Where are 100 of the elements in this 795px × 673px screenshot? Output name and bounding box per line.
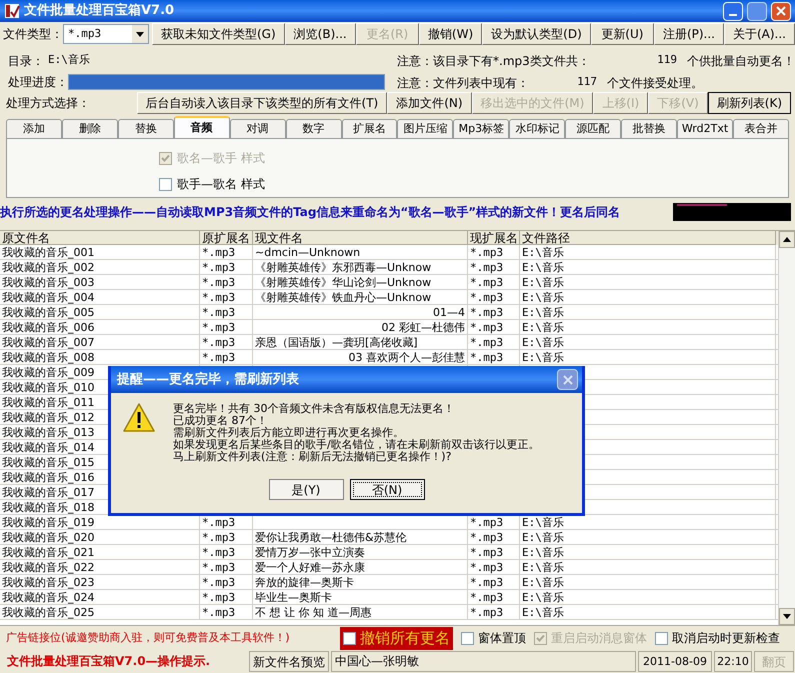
checkbox-label: 取消启动时更新检查: [672, 630, 780, 647]
dialog-button[interactable]: 否(N): [350, 479, 424, 500]
status-date: 2011-08-09: [638, 651, 712, 672]
preview-text: 中国心—张明敏: [331, 651, 636, 672]
table-cell: 我收藏的音乐_004: [2, 290, 94, 304]
dialog-message: 马上刷新文件列表(注意：刷新后无法撤销已更名操作！)?: [173, 451, 452, 463]
table-cell: *.mp3: [470, 575, 504, 589]
table-cell: 我收藏的音乐_006: [2, 320, 94, 334]
tab[interactable]: 音频: [174, 116, 230, 138]
checkbox[interactable]: [343, 632, 356, 644]
column-header[interactable]: 现文件名: [253, 231, 468, 245]
table-cell: 我收藏的音乐_007: [2, 335, 94, 349]
table-cell: *.mp3: [202, 350, 236, 364]
toolbar-button[interactable]: 关于(A)...: [724, 23, 795, 45]
table-cell: E:\音乐: [522, 290, 564, 304]
toolbar-button[interactable]: 撤销(W): [418, 23, 482, 45]
tab[interactable]: 删除: [62, 119, 118, 138]
tab[interactable]: 图片压缩: [397, 119, 454, 138]
table-cell: *.mp3: [470, 245, 504, 259]
table-cell: 我收藏的音乐_020: [2, 530, 94, 544]
table-cell: 我收藏的音乐_010: [2, 380, 94, 394]
status-time: 22:10: [714, 651, 752, 672]
table-cell: E:\音乐: [522, 530, 564, 544]
file-type-dropdown[interactable]: *.mp3: [63, 24, 149, 44]
table-cell-text: 不 想 让 你 知 道—周惠: [255, 605, 372, 619]
table-cell: *.mp3: [470, 305, 504, 319]
checkbox-label: 窗体置顶: [478, 630, 526, 647]
table-cell: 我收藏的音乐_023: [2, 575, 94, 589]
table-cell: E:\音乐: [522, 350, 564, 364]
file-count: 119: [656, 52, 677, 68]
tab[interactable]: 扩展名: [342, 119, 398, 138]
banner-text: 执行所选的更名处理操作——自动读取MP3音频文件的Tag信息来重命名为“歌名—歌手”样式的新文件！更名后同名: [0, 204, 622, 221]
tab[interactable]: 水印标记: [509, 119, 566, 138]
minimize-button[interactable]: [723, 2, 743, 20]
maximize-button[interactable]: [747, 2, 767, 20]
tab[interactable]: 添加: [6, 119, 62, 138]
table-cell-text: 03 喜欢两个人—彭佳慧: [348, 350, 465, 364]
table-cell: *.mp3: [470, 545, 504, 559]
toolbar-button[interactable]: 更新(U): [590, 23, 654, 45]
dialog-button[interactable]: 是(Y): [268, 479, 344, 500]
scrollbar[interactable]: [778, 231, 795, 625]
table-cell-text: 毕业生—奥斯卡: [255, 590, 333, 604]
option-label: 歌手—歌名 样式: [177, 176, 265, 193]
undo-all-toggle[interactable]: 撤销所有更名: [340, 626, 453, 650]
toolbar-button[interactable]: 获取未知文件类型(G): [152, 23, 285, 45]
toolbar-button[interactable]: 刷新列表(K): [708, 92, 791, 114]
directory-label: 目录：: [8, 53, 44, 70]
table-cell: 我收藏的音乐_025: [2, 605, 94, 619]
close-button[interactable]: [557, 369, 578, 390]
tab[interactable]: 数字: [286, 119, 342, 138]
close-icon: [562, 374, 572, 384]
app-icon: [4, 3, 20, 19]
tab[interactable]: 替换: [118, 119, 174, 138]
note-text: 个供批量自动更名！: [687, 53, 795, 70]
check-icon: [536, 634, 545, 642]
toolbar-button[interactable]: 后台自动读入该目录下该类型的所有文件(T): [136, 92, 388, 114]
table-cell: *.mp3: [202, 320, 236, 334]
note-text: 个文件接受处理。: [607, 75, 703, 92]
table-cell: *.mp3: [202, 245, 236, 259]
table-cell: 我收藏的音乐_013: [2, 425, 94, 439]
scroll-down-icon: [783, 614, 791, 619]
tab[interactable]: Wrd2Txt: [677, 119, 733, 138]
directory-path: E:\音乐: [48, 52, 90, 68]
check-icon: [161, 154, 170, 162]
tab[interactable]: 对调: [230, 119, 286, 138]
checkbox[interactable]: [159, 178, 172, 190]
table-cell-text: 02 彩虹—杜德伟: [380, 320, 465, 334]
dialog-message: 需刷新文件列表后方能立即进行再次更名操作。: [173, 427, 405, 439]
column-header[interactable]: 原文件名: [0, 231, 200, 245]
table-cell: 我收藏的音乐_016: [2, 470, 94, 484]
tab[interactable]: 批替换: [621, 119, 678, 138]
table-cell: E:\音乐: [522, 545, 564, 559]
toolbar-button[interactable]: 设为默认类型(D): [482, 23, 591, 45]
close-icon: [776, 6, 786, 16]
toolbar-button[interactable]: 注册(P)...: [654, 23, 724, 45]
scroll-up-icon: [783, 237, 791, 242]
table-cell: *.mp3: [470, 335, 504, 349]
tab[interactable]: 表合并: [732, 119, 789, 138]
tab[interactable]: 源匹配: [565, 119, 622, 138]
table-cell: *.mp3: [202, 605, 236, 619]
table-cell-text: 爱情万岁—张中立演奏: [255, 545, 366, 559]
table-cell: 我收藏的音乐_022: [2, 560, 94, 574]
table-cell: 我收藏的音乐_019: [2, 515, 94, 529]
checkbox[interactable]: [461, 632, 474, 644]
toolbar-button[interactable]: 浏览(B)...: [284, 23, 356, 45]
dialog-message: 已成功更名 87个！: [173, 415, 268, 427]
table-cell: *.mp3: [202, 560, 236, 574]
preview-button[interactable]: 新文件名预览: [249, 651, 329, 672]
table-cell-text: 《射雕英雄传》东邪西毒—Unknow: [255, 260, 432, 274]
column-header[interactable]: 现扩展名: [468, 231, 520, 245]
progress-label: 处理进度：: [8, 74, 68, 91]
toolbar-button[interactable]: 添加文件(N): [387, 92, 472, 114]
table-cell: 我收藏的音乐_024: [2, 590, 94, 604]
table-cell: *.mp3: [202, 545, 236, 559]
checkbox[interactable]: [655, 632, 668, 644]
column-header[interactable]: 原扩展名: [200, 231, 253, 245]
ad-text[interactable]: 广告链接位(诚邀赞助商入驻，则可免费普及本工具软件！): [0, 630, 334, 646]
tab[interactable]: Mp3标签: [453, 119, 510, 138]
column-header[interactable]: 文件路径: [520, 231, 776, 245]
table-cell: 我收藏的音乐_021: [2, 545, 94, 559]
